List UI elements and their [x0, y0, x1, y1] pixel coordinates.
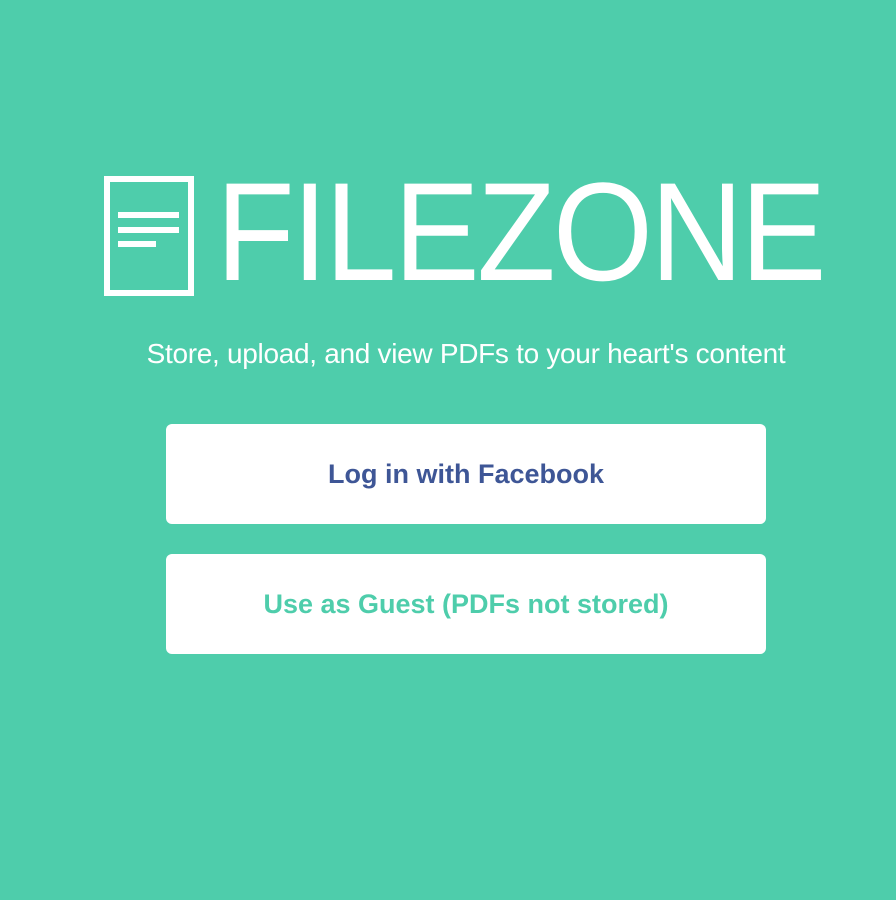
facebook-login-label: Log in with Facebook: [328, 458, 604, 489]
guest-button-label: Use as Guest (PDFs not stored): [263, 588, 669, 619]
document-icon: [104, 176, 194, 296]
facebook-login-button[interactable]: Log in with Facebook: [166, 424, 766, 524]
guest-button[interactable]: Use as Guest (PDFs not stored): [166, 554, 766, 654]
tagline: Store, upload, and view PDFs to your hea…: [146, 338, 786, 369]
app-logo: FILEZONE: [104, 162, 826, 302]
logo-text: FILEZONE: [216, 153, 826, 310]
